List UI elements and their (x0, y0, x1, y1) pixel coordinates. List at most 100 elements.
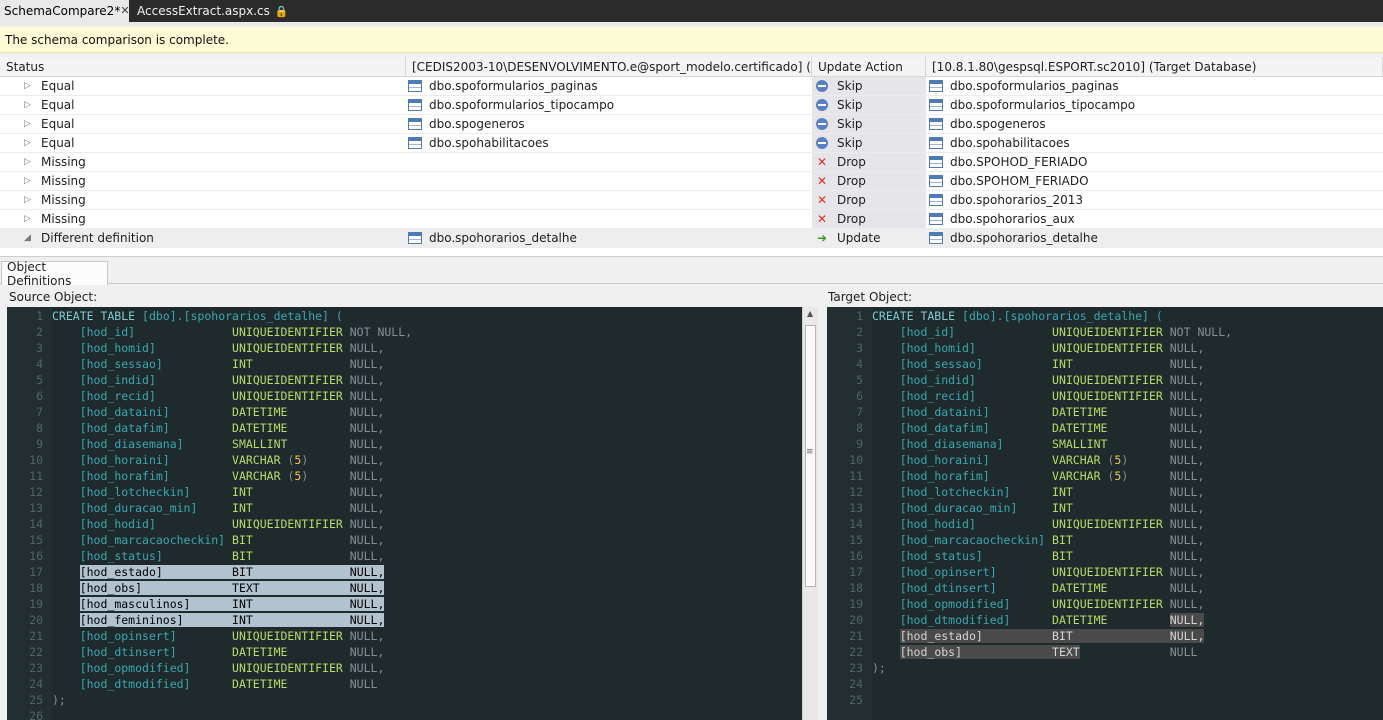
table-icon (929, 232, 943, 244)
source-object-editor[interactable]: 1 CREATE TABLE [dbo].[spohorarios_detalhe… (7, 307, 802, 720)
code-text: [hod_marcacaocheckin] BIT NULL, (79, 533, 385, 547)
line-number: 21 (849, 629, 863, 643)
comparison-row[interactable]: ▷ Equal dbo.spoformularios_tipocampo Skip db… (0, 96, 1383, 115)
pane-splitter[interactable] (818, 307, 827, 720)
code-line: 2 [hod_id] UNIQUEIDENTIFIER NOT NULL, (7, 324, 412, 340)
column-header-update-action[interactable]: Update Action (812, 57, 926, 76)
source-cell (406, 191, 812, 209)
expand-triangle-icon[interactable]: ▷ (24, 157, 36, 167)
line-number: 14 (29, 517, 43, 531)
partial-child-row (0, 248, 1383, 254)
code-line: 20 [hod_femininos] INT NULL, (7, 612, 385, 628)
line-number: 2 (856, 325, 863, 339)
collapse-triangle-icon[interactable]: ◢ (24, 233, 36, 243)
comparison-row[interactable]: ▷ Missing ✕ Drop dbo.spohorarios_2013 (0, 191, 1383, 210)
code-line: 18 [hod_obs] TEXT NULL, (7, 580, 385, 596)
expand-triangle-icon[interactable]: ▷ (24, 138, 36, 148)
update-action-cell[interactable]: ✕ Drop (812, 191, 926, 209)
line-number: 14 (849, 517, 863, 531)
code-line: 1 CREATE TABLE [dbo].[spohorarios_detalhe… (827, 308, 1163, 324)
column-header-target[interactable]: [10.8.1.80\gespsql.ESPORT.sc2010] (Targe… (926, 57, 1383, 76)
expand-triangle-icon[interactable]: ▷ (24, 100, 36, 110)
update-action-cell[interactable]: ✕ Drop (812, 172, 926, 190)
code-text: [hod_masculinos] INT NULL, (79, 597, 385, 611)
line-number: 15 (849, 533, 863, 547)
tab-accessextract[interactable]: AccessExtract.aspx.cs 🔒 (129, 0, 293, 22)
expand-triangle-icon[interactable]: ▷ (24, 214, 36, 224)
expand-triangle-icon[interactable]: ▷ (24, 195, 36, 205)
column-header-source[interactable]: [CEDIS2003-10\DESENVOLVIMENTO.e@sport_mo… (406, 57, 812, 76)
code-text: [hod_diasemana] SMALLINT NULL, (79, 437, 385, 451)
table-icon (929, 99, 943, 111)
update-action-cell[interactable]: Skip (812, 115, 926, 133)
target-cell: dbo.spoformularios_paginas (926, 77, 1383, 95)
target-object-name: dbo.spogeneros (950, 117, 1046, 131)
status-cell: ▷ Equal (0, 134, 406, 152)
update-action-cell[interactable]: Skip (812, 77, 926, 95)
comparison-row[interactable]: ◢ Different definition dbo.spohorarios_det… (0, 229, 1383, 248)
tab-object-definitions[interactable]: Object Definitions (1, 260, 108, 288)
line-number: 13 (849, 501, 863, 515)
line-number: 16 (849, 549, 863, 563)
skip-icon (815, 79, 829, 93)
code-text: [hod_opmodified] UNIQUEIDENTIFIER NULL, (899, 597, 1205, 611)
line-number: 6 (856, 389, 863, 403)
code-line: 14 [hod_hodid] UNIQUEIDENTIFIER NULL, (827, 516, 1204, 532)
comparison-row[interactable]: ▷ Equal dbo.spoformularios_paginas Skip dbo.… (0, 77, 1383, 96)
expand-triangle-icon[interactable]: ▷ (24, 81, 36, 91)
update-action-cell[interactable]: Skip (812, 96, 926, 114)
scroll-up-arrow-icon[interactable]: ▲ (807, 309, 813, 318)
target-object-editor[interactable]: 1 CREATE TABLE [dbo].[spohorarios_detalhe… (827, 307, 1383, 720)
code-line: 15 [hod_marcacaocheckin] BIT NULL, (7, 532, 384, 548)
source-object-name: dbo.spoformularios_tipocampo (429, 98, 615, 112)
line-number: 9 (856, 437, 863, 451)
document-tab-strip: SchemaCompare2* ✕ AccessExtract.aspx.cs … (0, 0, 1383, 22)
skip-icon (815, 98, 829, 112)
comparison-row[interactable]: ▷ Equal dbo.spogeneros Skip dbo.spogeneros (0, 115, 1383, 134)
expand-triangle-icon[interactable]: ▷ (24, 176, 36, 186)
update-action-cell[interactable]: ✕ Drop (812, 210, 926, 228)
tab-underline (0, 22, 1383, 26)
lock-icon: 🔒 (274, 4, 289, 18)
splitter-grip-icon[interactable]: ≡ (806, 447, 814, 457)
target-object-name: dbo.spohorarios_aux (950, 212, 1075, 226)
update-action-cell[interactable]: Skip (812, 134, 926, 152)
line-number: 23 (29, 661, 43, 675)
column-header-status[interactable]: Status (0, 57, 406, 76)
comparison-row[interactable]: ▷ Missing ✕ Drop dbo.SPOHOM_FERIADO (0, 172, 1383, 191)
comparison-row[interactable]: ▷ Equal dbo.spohabilitacoes Skip dbo.spohabi… (0, 134, 1383, 153)
code-line: 19 [hod_opmodified] UNIQUEIDENTIFIER NUL… (827, 596, 1204, 612)
status-cell: ▷ Missing (0, 191, 406, 209)
line-number: 8 (856, 421, 863, 435)
line-number: 7 (36, 405, 43, 419)
code-text: [hod_homid] UNIQUEIDENTIFIER NULL, (79, 341, 385, 355)
line-number: 2 (36, 325, 43, 339)
code-text: [hod_opinsert] UNIQUEIDENTIFIER NULL, (79, 629, 385, 643)
line-number: 18 (29, 581, 43, 595)
code-text: [hod_opmodified] UNIQUEIDENTIFIER NULL, (79, 661, 385, 675)
expand-triangle-icon[interactable]: ▷ (24, 119, 36, 129)
update-action-cell[interactable]: ✕ Drop (812, 153, 926, 171)
update-action-cell[interactable]: ➜ Update (812, 229, 926, 247)
line-number: 11 (29, 469, 43, 483)
code-line: 21 [hod_opinsert] UNIQUEIDENTIFIER NULL, (7, 628, 384, 644)
table-icon (408, 118, 422, 130)
code-line: 13 [hod_duracao_min] INT NULL, (7, 500, 384, 516)
tab-schemacompare2[interactable]: SchemaCompare2* ✕ (0, 0, 130, 22)
code-line: 2 [hod_id] UNIQUEIDENTIFIER NOT NULL, (827, 324, 1232, 340)
source-vertical-scrollbar[interactable]: ▲ ≡ (802, 307, 818, 720)
tab-label: SchemaCompare2* (4, 4, 121, 18)
object-definitions-tabbar: Object Definitions (0, 256, 1383, 288)
line-number: 12 (849, 485, 863, 499)
code-text: [hod_marcacaocheckin] BIT NULL, (899, 533, 1205, 547)
status-cell: ▷ Missing (0, 153, 406, 171)
code-line: 19 [hod_masculinos] INT NULL, (7, 596, 385, 612)
comparison-row[interactable]: ▷ Missing ✕ Drop dbo.spohorarios_aux (0, 210, 1383, 229)
code-text: [hod_estado] BIT NULL, (899, 629, 1205, 643)
comparison-grid: Status [CEDIS2003-10\DESENVOLVIMENTO.e@s… (0, 57, 1383, 256)
source-object-label: Source Object: (9, 290, 98, 304)
code-line: 10 [hod_horaini] VARCHAR (5) NULL, (827, 452, 1204, 468)
drop-x-icon: ✕ (816, 174, 828, 188)
comparison-row[interactable]: ▷ Missing ✕ Drop dbo.SPOHOD_FERIADO (0, 153, 1383, 172)
